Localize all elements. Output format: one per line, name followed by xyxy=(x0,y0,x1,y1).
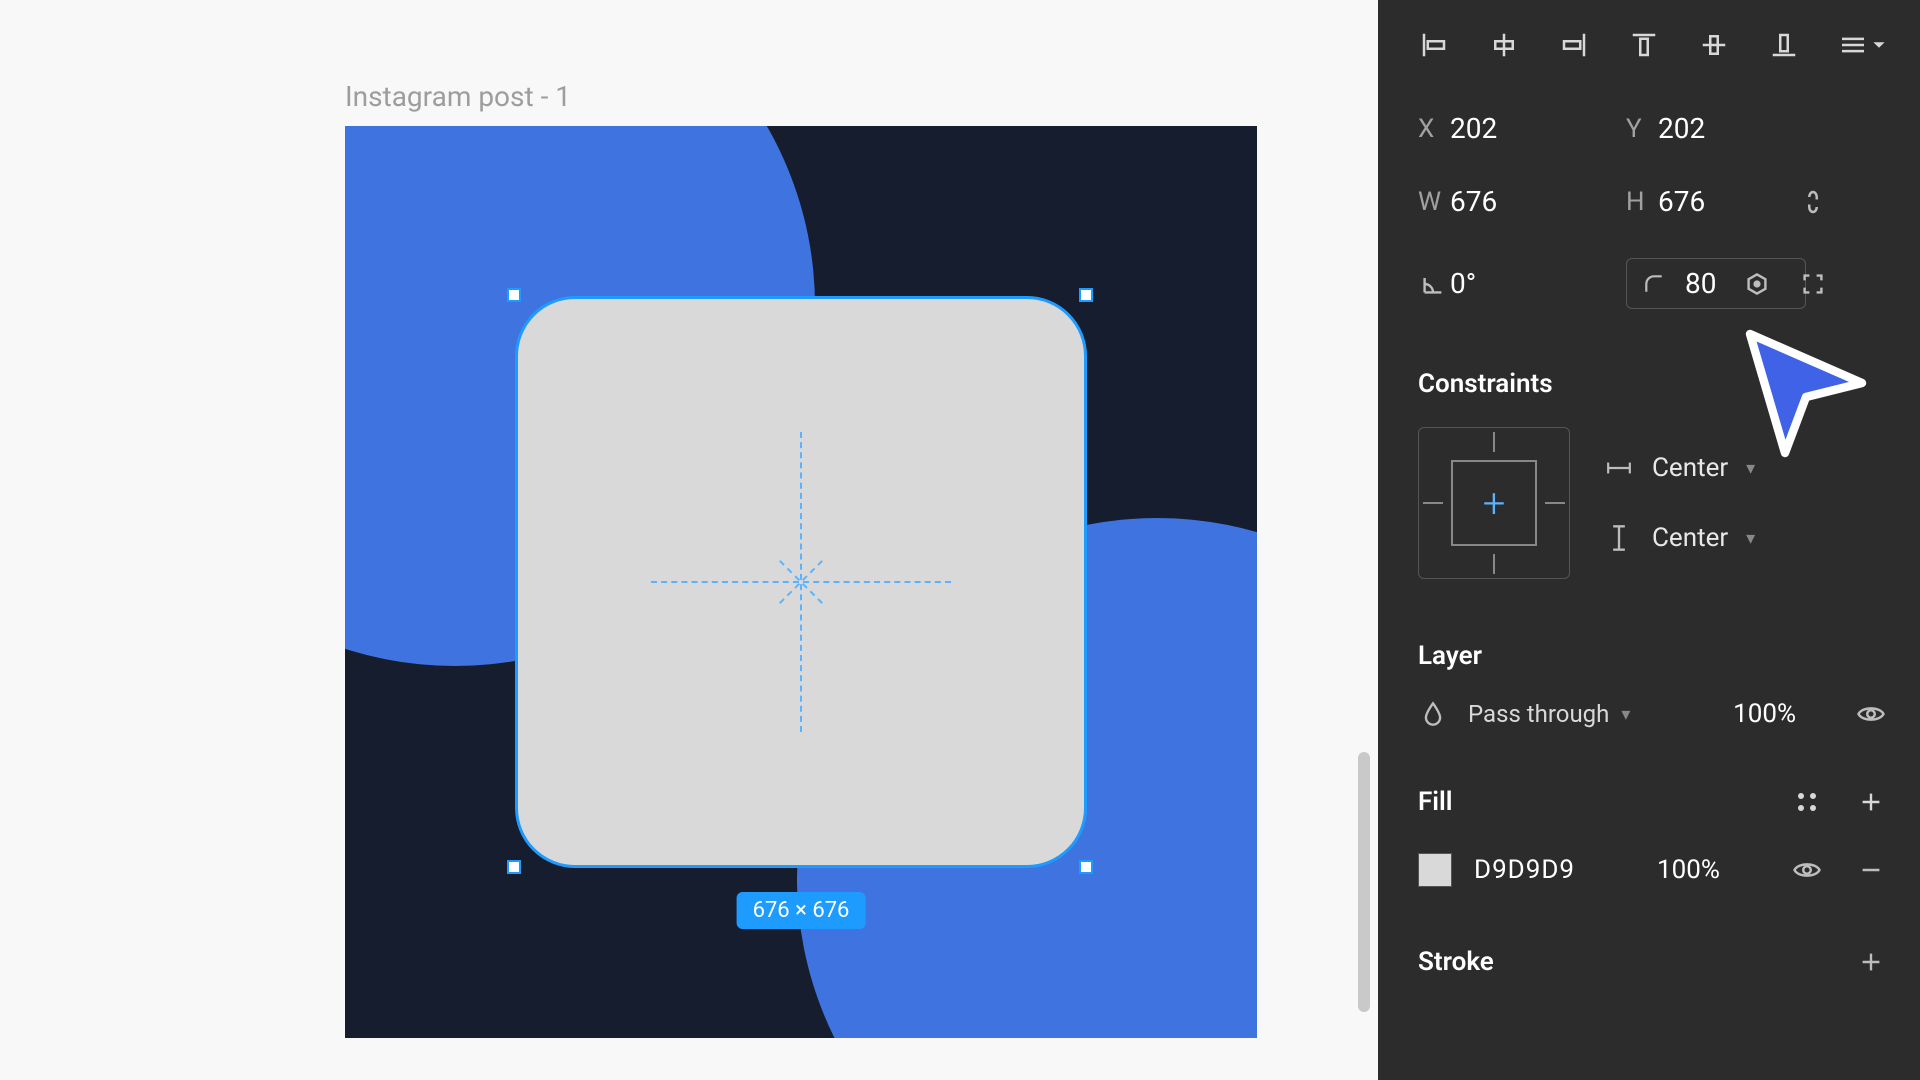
y-input[interactable]: 202 xyxy=(1658,112,1778,145)
styles-icon[interactable] xyxy=(1792,787,1822,817)
align-vertical-center-icon[interactable] xyxy=(1698,26,1730,64)
alignment-toolbar xyxy=(1418,26,1886,64)
x-label: X xyxy=(1418,114,1450,144)
corner-smoothing-icon[interactable] xyxy=(1742,269,1772,299)
selection-size-badge: 676 × 676 xyxy=(737,892,866,929)
independent-corners-icon[interactable] xyxy=(1798,269,1828,299)
align-left-icon[interactable] xyxy=(1418,26,1450,64)
chevron-down-icon: ▾ xyxy=(1621,704,1630,725)
link-aspect-icon[interactable] xyxy=(1798,187,1828,217)
plus-icon: + xyxy=(1483,480,1506,527)
resize-handle-top-left[interactable] xyxy=(507,288,521,302)
vertical-constraint-icon xyxy=(1604,523,1634,553)
align-horizontal-center-icon[interactable] xyxy=(1488,26,1520,64)
properties-panel: X 202 Y 202 W 676 H 676 0° 80 xyxy=(1378,0,1920,1080)
selected-rectangle[interactable] xyxy=(515,296,1087,868)
center-crosshair xyxy=(651,432,951,732)
w-label: W xyxy=(1418,187,1450,217)
remove-fill-button[interactable] xyxy=(1856,855,1886,885)
h-label: H xyxy=(1626,187,1658,217)
align-more-button[interactable] xyxy=(1838,34,1886,56)
fill-opacity-input[interactable]: 100% xyxy=(1657,855,1720,885)
resize-handle-bottom-right[interactable] xyxy=(1079,860,1093,874)
stroke-title: Stroke xyxy=(1418,947,1494,977)
fill-title: Fill xyxy=(1418,787,1453,817)
resize-handle-top-right[interactable] xyxy=(1079,288,1093,302)
align-top-icon[interactable] xyxy=(1628,26,1660,64)
vertical-constraint-select[interactable]: Center ▾ xyxy=(1604,523,1755,553)
corner-radius-input[interactable]: 80 xyxy=(1685,267,1716,300)
constraint-center-button[interactable]: + xyxy=(1451,460,1537,546)
fill-hex-input[interactable]: D9D9D9 xyxy=(1474,855,1575,885)
layer-opacity-input[interactable]: 100% xyxy=(1733,699,1796,729)
eye-icon[interactable] xyxy=(1856,699,1886,729)
chevron-down-icon: ▾ xyxy=(1746,458,1755,479)
blend-mode-value: Pass through xyxy=(1468,700,1609,728)
blend-mode-select[interactable]: Pass through ▾ xyxy=(1468,700,1713,728)
fill-row: D9D9D9 100% xyxy=(1418,853,1886,887)
align-bottom-icon[interactable] xyxy=(1768,26,1800,64)
h-input[interactable]: 676 xyxy=(1658,185,1778,218)
chevron-down-icon: ▾ xyxy=(1746,528,1755,549)
constraints-widget[interactable]: + xyxy=(1418,427,1570,579)
angle-icon xyxy=(1418,269,1448,299)
layer-title: Layer xyxy=(1418,641,1886,671)
vertical-constraint-value: Center xyxy=(1652,523,1728,553)
align-right-icon[interactable] xyxy=(1558,26,1590,64)
droplet-icon xyxy=(1418,699,1448,729)
add-fill-button[interactable] xyxy=(1856,787,1886,817)
frame-label[interactable]: Instagram post - 1 xyxy=(345,80,571,113)
horizontal-constraint-icon xyxy=(1604,453,1634,483)
w-input[interactable]: 676 xyxy=(1450,185,1570,218)
resize-handle-bottom-left[interactable] xyxy=(507,860,521,874)
fill-swatch[interactable] xyxy=(1418,853,1452,887)
constraints-title: Constraints xyxy=(1418,369,1886,399)
corner-radius-icon xyxy=(1639,269,1669,299)
rotation-input[interactable]: 0° xyxy=(1450,267,1570,300)
x-input[interactable]: 202 xyxy=(1450,112,1570,145)
canvas-area[interactable]: Instagram post - 1 676 × 676 xyxy=(0,0,1378,1080)
add-stroke-button[interactable] xyxy=(1856,947,1886,977)
horizontal-constraint-select[interactable]: Center ▾ xyxy=(1604,453,1755,483)
horizontal-constraint-value: Center xyxy=(1652,453,1728,483)
artboard-frame[interactable]: 676 × 676 xyxy=(345,126,1257,1038)
y-label: Y xyxy=(1626,114,1658,144)
eye-icon[interactable] xyxy=(1792,855,1822,885)
canvas-scrollbar-thumb[interactable] xyxy=(1358,752,1370,1012)
